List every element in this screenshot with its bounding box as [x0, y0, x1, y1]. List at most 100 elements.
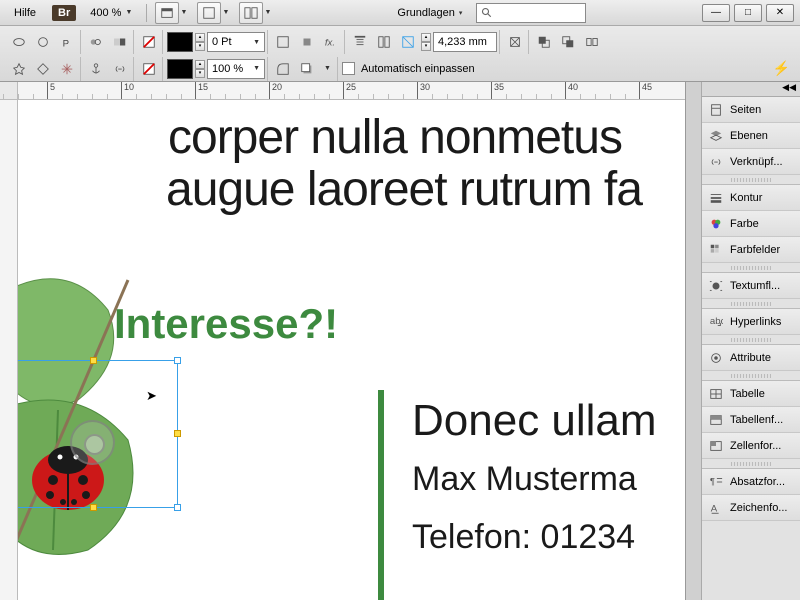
panel-links[interactable]: Verknüpf...	[702, 149, 800, 175]
ellipse-icon[interactable]	[8, 31, 30, 53]
svg-text:fx.: fx.	[325, 38, 335, 49]
polygon-tool-icon[interactable]	[32, 58, 54, 80]
measure-spinner[interactable]: ▴▾	[421, 33, 431, 51]
no-fill-icon[interactable]	[138, 31, 160, 53]
bridge-button[interactable]: Br	[52, 5, 76, 21]
textwrap-none-icon[interactable]	[272, 31, 294, 53]
align-top-icon[interactable]	[349, 31, 371, 53]
fit-content-icon[interactable]	[504, 31, 526, 53]
zoom-dropdown[interactable]: 400 %▼	[84, 5, 138, 21]
stroke-weight-input[interactable]: 0 Pt▼	[207, 32, 265, 52]
corner-options-icon[interactable]	[272, 58, 294, 80]
measure-input[interactable]: 4,233 mm	[433, 32, 497, 52]
panel-label: Zeichenfo...	[730, 502, 787, 514]
fill-color-swatch[interactable]	[167, 59, 193, 79]
drop-shadow-icon[interactable]	[296, 58, 318, 80]
panel-expand-button[interactable]: ◀◀	[702, 82, 800, 97]
selection-handle-ne[interactable]	[174, 357, 181, 364]
autofit-label: Automatisch einpassen	[361, 63, 475, 75]
stroke-weight-spinner[interactable]: ▴▾	[195, 33, 205, 51]
fx-button[interactable]: fx.	[320, 31, 342, 53]
green-divider	[378, 390, 384, 600]
contact-person: Max Musterma	[412, 460, 637, 499]
search-input[interactable]	[476, 3, 586, 23]
star-tool-icon[interactable]	[8, 58, 30, 80]
vertical-ruler[interactable]	[0, 100, 18, 600]
ruler-tick: 45	[639, 82, 652, 99]
ruler-tick: 40	[565, 82, 578, 99]
autofit-checkbox[interactable]	[342, 62, 355, 75]
svg-text:¶: ¶	[710, 476, 715, 487]
panel-label: Tabelle	[730, 388, 765, 400]
panel-parafmt[interactable]: ¶ Absatzfor...	[702, 469, 800, 495]
workspace-switcher[interactable]: Grundlagen▾	[391, 5, 468, 21]
svg-text:P: P	[63, 38, 69, 49]
panel-label: Verknüpf...	[730, 156, 783, 168]
panel-label: Zellenfor...	[730, 440, 781, 452]
panel-table[interactable]: Tabelle	[702, 381, 800, 407]
charfmt-icon: A	[708, 500, 724, 516]
headline-text: Interesse?!	[114, 300, 338, 348]
flare-icon[interactable]	[56, 58, 78, 80]
tablefmt-icon	[708, 412, 724, 428]
cellfmt-icon	[708, 438, 724, 454]
panel-color[interactable]: Farbe	[702, 211, 800, 237]
panel-swatches[interactable]: Farbfelder	[702, 237, 800, 263]
arrange-front-icon[interactable]	[533, 31, 555, 53]
close-button[interactable]: ✕	[766, 4, 794, 22]
selection-handle-n[interactable]	[90, 357, 97, 364]
opacity-input[interactable]: 100 %▼	[207, 59, 265, 79]
cursor-icon: ➤	[146, 388, 157, 404]
panel-dock-tab[interactable]	[686, 82, 702, 600]
panel-label: Kontur	[730, 192, 762, 204]
panel-stroke[interactable]: Kontur	[702, 185, 800, 211]
selection-handle-e[interactable]	[174, 430, 181, 437]
help-menu[interactable]: Hilfe	[6, 5, 44, 21]
body-text-1: corper nulla nonmetus	[168, 110, 622, 165]
document-canvas[interactable]: corper nulla nonmetus augue laoreet rutr…	[18, 100, 685, 600]
ruler-tick: 15	[195, 82, 208, 99]
more-dropdown[interactable]: ▼	[320, 61, 335, 76]
layers-icon	[708, 128, 724, 144]
maximize-button[interactable]: □	[734, 4, 762, 22]
minimize-button[interactable]: —	[702, 4, 730, 22]
arrange-back-icon[interactable]	[557, 31, 579, 53]
no-stroke-icon[interactable]	[138, 58, 160, 80]
swatches-icon	[708, 242, 724, 258]
ruler-tick: 25	[343, 82, 356, 99]
view-options-button[interactable]: ▼	[155, 2, 179, 24]
circle-icon[interactable]	[32, 31, 54, 53]
arrange-button[interactable]: ▼	[239, 2, 263, 24]
parafmt-icon: ¶	[708, 474, 724, 490]
panel-label: Textumfl...	[730, 280, 780, 292]
panel-label: Absatzfor...	[730, 476, 785, 488]
pages-icon	[708, 102, 724, 118]
gradient-icon[interactable]	[109, 31, 131, 53]
panel-cellfmt[interactable]: Zellenfor...	[702, 433, 800, 459]
panel-hyperlinks[interactable]: abcHyperlinks	[702, 309, 800, 335]
panel-attributes[interactable]: Attribute	[702, 345, 800, 371]
opacity-spinner[interactable]: ▴▾	[195, 60, 205, 78]
panel-pages[interactable]: Seiten	[702, 97, 800, 123]
screen-mode-button[interactable]: ▼	[197, 2, 221, 24]
effects-icon[interactable]	[85, 31, 107, 53]
selection-handle-s[interactable]	[90, 504, 97, 511]
content-grabber[interactable]	[70, 420, 115, 465]
type-on-path-icon[interactable]: P	[56, 31, 78, 53]
stroke-icon	[708, 190, 724, 206]
horizontal-ruler[interactable]: 51015202530354045	[18, 82, 685, 100]
panel-tablefmt[interactable]: Tabellenf...	[702, 407, 800, 433]
panel-textwrap[interactable]: Textumfl...	[702, 273, 800, 299]
selection-handle-se[interactable]	[174, 504, 181, 511]
panel-charfmt[interactable]: A Zeichenfo...	[702, 495, 800, 521]
stroke-color-swatch[interactable]	[167, 32, 193, 52]
columns-icon[interactable]	[373, 31, 395, 53]
panel-layers[interactable]: Ebenen	[702, 123, 800, 149]
panel-label: Tabellenf...	[730, 414, 783, 426]
textwrap-bounds-icon[interactable]	[296, 31, 318, 53]
frame-fit-icon[interactable]	[397, 31, 419, 53]
quick-apply-icon[interactable]: ⚡	[769, 56, 794, 81]
anchor-icon[interactable]	[85, 58, 107, 80]
link-icon[interactable]	[109, 58, 131, 80]
group-icon[interactable]	[581, 31, 603, 53]
